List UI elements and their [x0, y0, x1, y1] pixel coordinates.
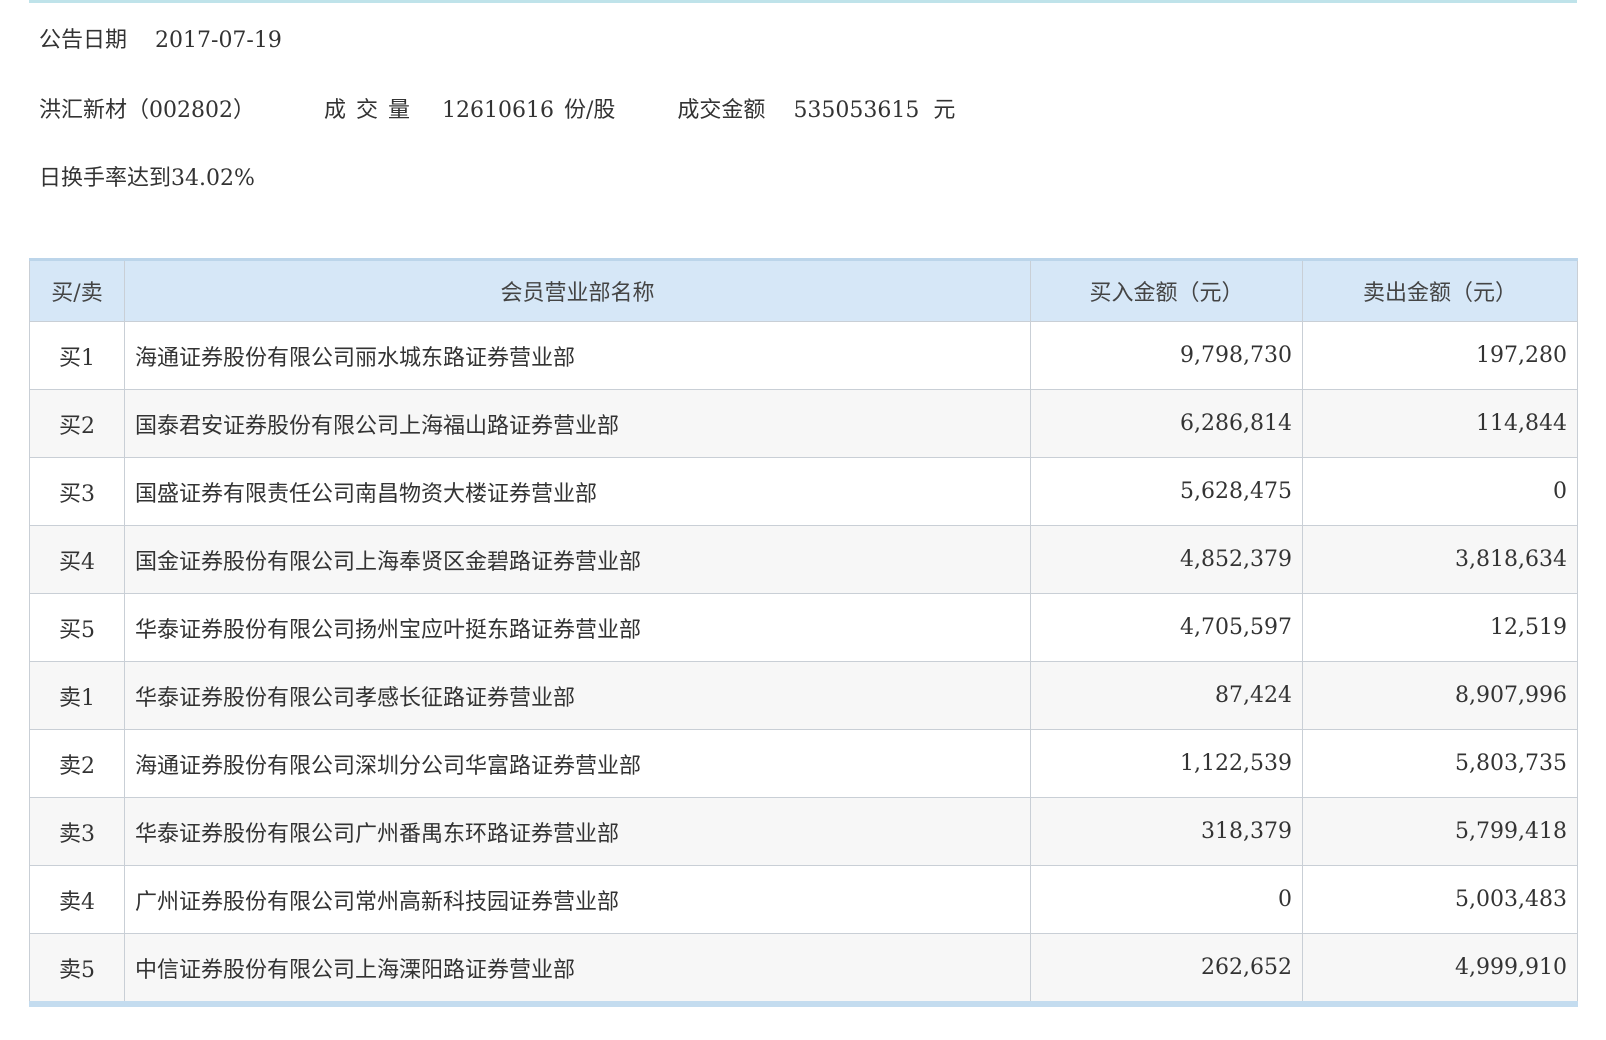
buy-amount: 1,122,539: [1030, 729, 1303, 798]
buy-amount: 87,424: [1030, 661, 1303, 730]
desk-name: 海通证券股份有限公司深圳分公司华富路证券营业部: [124, 729, 1031, 798]
buy-amount: 9,798,730: [1030, 321, 1303, 390]
sell-amount: 12,519: [1302, 593, 1578, 662]
buy-amount: 4,852,379: [1030, 525, 1303, 594]
desk-name: 华泰证券股份有限公司广州番禺东环路证券营业部: [124, 797, 1031, 866]
row-type: 买1: [29, 321, 125, 390]
table-row: 卖3 华泰证券股份有限公司广州番禺东环路证券营业部 318,379 5,799,…: [29, 797, 1578, 866]
trade-summary-row: 洪汇新材（002802） 成交量 12610616 份/股 成交金额 535053615 元: [39, 96, 955, 126]
sell-amount: 5,803,735: [1302, 729, 1578, 798]
buy-amount: 0: [1030, 865, 1303, 934]
volume-value: 12610616: [442, 98, 554, 123]
table-row: 卖2 海通证券股份有限公司深圳分公司华富路证券营业部 1,122,539 5,8…: [29, 729, 1578, 798]
buy-amount: 262,652: [1030, 933, 1303, 1005]
row-type: 买4: [29, 525, 125, 594]
sell-amount: 0: [1302, 457, 1578, 526]
desk-name: 海通证券股份有限公司丽水城东路证券营业部: [124, 321, 1031, 390]
listing-reason: 日换手率达到34.02%: [39, 166, 255, 191]
buy-amount: 4,705,597: [1030, 593, 1303, 662]
row-type: 买2: [29, 389, 125, 458]
sell-amount: 4,999,910: [1302, 933, 1578, 1005]
amount-value: 535053615: [793, 98, 920, 123]
announcement-date-row: 公告日期 2017-07-19: [39, 26, 282, 56]
row-type: 买3: [29, 457, 125, 526]
column-header-sell-amount: 卖出金额（元）: [1302, 259, 1578, 322]
row-type: 卖1: [29, 661, 125, 730]
top-divider: [29, 0, 1577, 3]
table-row: 买1 海通证券股份有限公司丽水城东路证券营业部 9,798,730 197,28…: [29, 321, 1578, 390]
buy-amount: 318,379: [1030, 797, 1303, 866]
amount-unit: 元: [933, 98, 956, 123]
volume-label: 成交量: [324, 98, 421, 123]
table-row: 卖5 中信证券股份有限公司上海溧阳路证券营业部 262,652 4,999,91…: [29, 933, 1578, 1005]
buy-amount: 6,286,814: [1030, 389, 1303, 458]
sell-amount: 5,003,483: [1302, 865, 1578, 934]
table-row: 买5 华泰证券股份有限公司扬州宝应叶挺东路证券营业部 4,705,597 12,…: [29, 593, 1578, 662]
sell-amount: 114,844: [1302, 389, 1578, 458]
sell-amount: 8,907,996: [1302, 661, 1578, 730]
column-header-type: 买/卖: [29, 259, 125, 322]
row-type: 买5: [29, 593, 125, 662]
column-header-buy-amount: 买入金额（元）: [1030, 259, 1303, 322]
trading-desks-table: 买/卖 会员营业部名称 买入金额（元） 卖出金额（元） 买1 海通证券股份有限公…: [29, 258, 1578, 1007]
column-header-desk-name: 会员营业部名称: [124, 259, 1031, 322]
announcement-date-value: 2017-07-19: [155, 28, 282, 53]
row-type: 卖2: [29, 729, 125, 798]
table-row: 卖4 广州证券股份有限公司常州高新科技园证券营业部 0 5,003,483: [29, 865, 1578, 934]
desk-name: 华泰证券股份有限公司扬州宝应叶挺东路证券营业部: [124, 593, 1031, 662]
desk-name: 国盛证券有限责任公司南昌物资大楼证券营业部: [124, 457, 1031, 526]
desk-name: 中信证券股份有限公司上海溧阳路证券营业部: [124, 933, 1031, 1005]
sell-amount: 3,818,634: [1302, 525, 1578, 594]
announcement-date-label: 公告日期: [39, 28, 128, 53]
volume-unit: 份/股: [564, 98, 616, 123]
desk-name: 广州证券股份有限公司常州高新科技园证券营业部: [124, 865, 1031, 934]
row-type: 卖5: [29, 933, 125, 1005]
table-row: 买4 国金证券股份有限公司上海奉贤区金碧路证券营业部 4,852,379 3,8…: [29, 525, 1578, 594]
table-row: 买3 国盛证券有限责任公司南昌物资大楼证券营业部 5,628,475 0: [29, 457, 1578, 526]
table-header-row: 买/卖 会员营业部名称 买入金额（元） 卖出金额（元）: [29, 259, 1578, 322]
desk-name: 国金证券股份有限公司上海奉贤区金碧路证券营业部: [124, 525, 1031, 594]
sell-amount: 197,280: [1302, 321, 1578, 390]
table-row: 买2 国泰君安证券股份有限公司上海福山路证券营业部 6,286,814 114,…: [29, 389, 1578, 458]
sell-amount: 5,799,418: [1302, 797, 1578, 866]
table-row: 卖1 华泰证券股份有限公司孝感长征路证券营业部 87,424 8,907,996: [29, 661, 1578, 730]
desk-name: 华泰证券股份有限公司孝感长征路证券营业部: [124, 661, 1031, 730]
row-type: 卖4: [29, 865, 125, 934]
buy-amount: 5,628,475: [1030, 457, 1303, 526]
row-type: 卖3: [29, 797, 125, 866]
desk-name: 国泰君安证券股份有限公司上海福山路证券营业部: [124, 389, 1031, 458]
stock-name: 洪汇新材（002802）: [39, 98, 255, 123]
amount-label: 成交金额: [677, 98, 766, 123]
